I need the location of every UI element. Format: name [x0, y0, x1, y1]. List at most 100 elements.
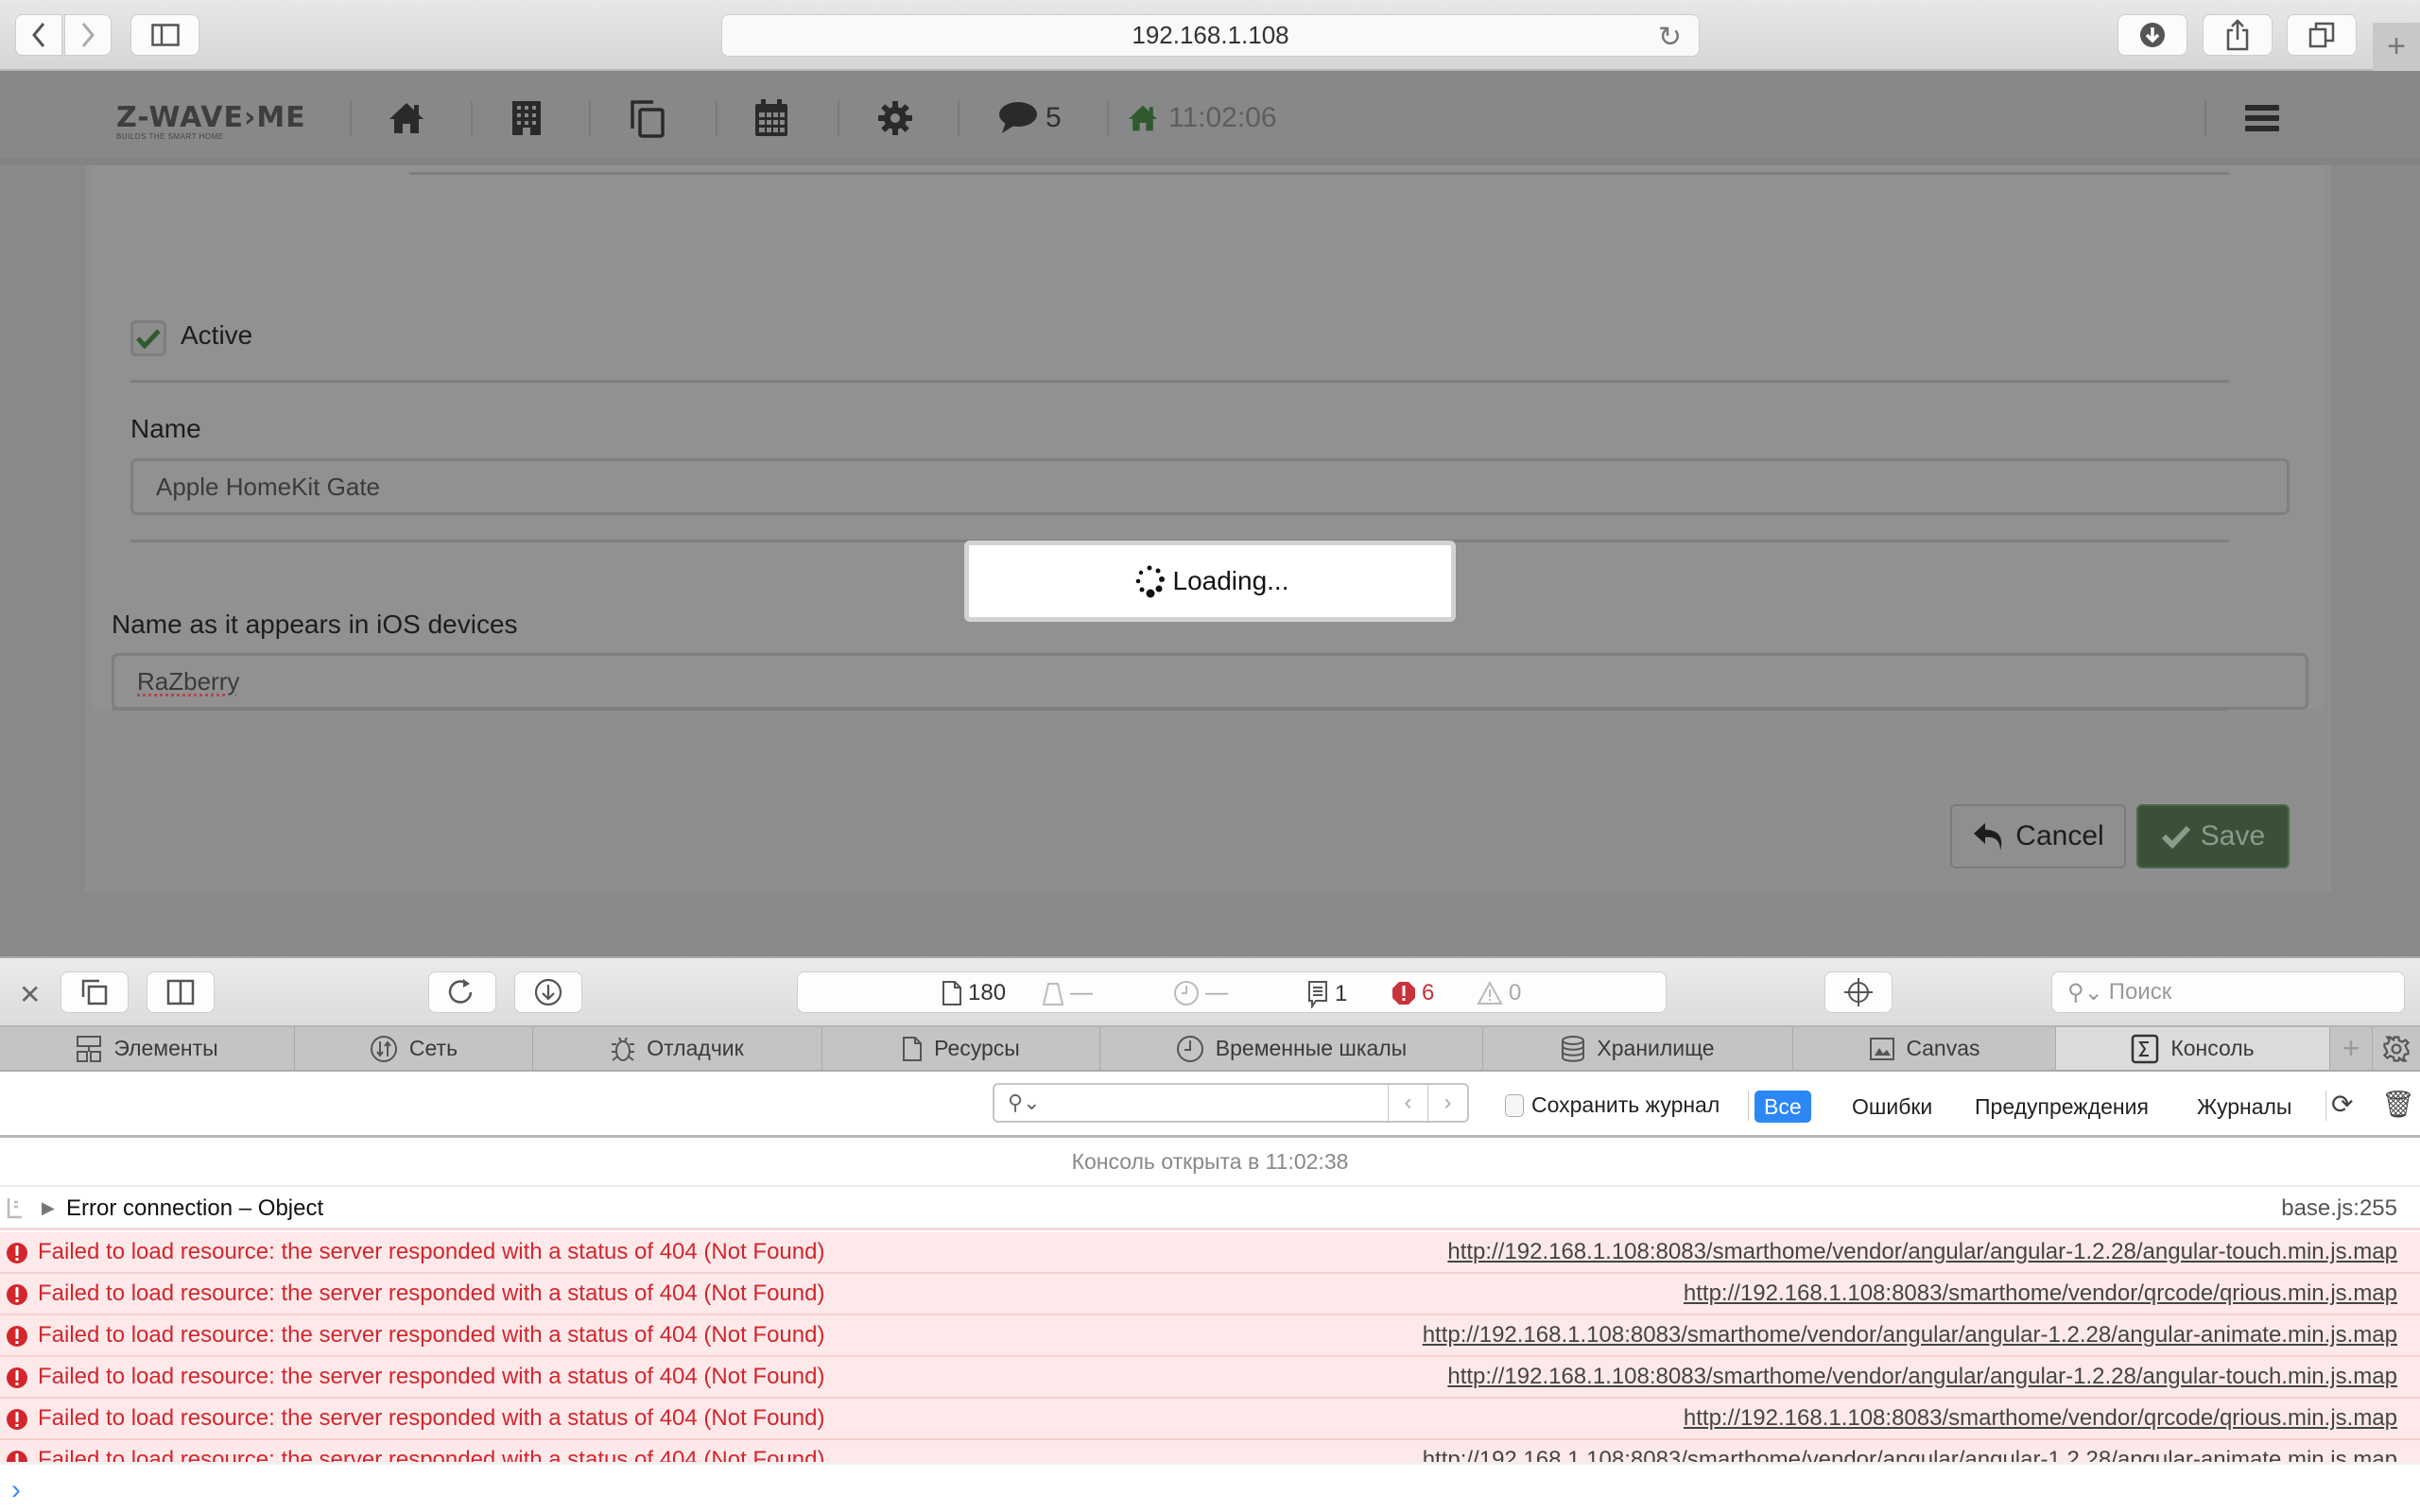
- message-text: Failed to load resource: the server resp…: [38, 1364, 825, 1389]
- error-icon: [6, 1283, 28, 1313]
- tabs-icon: [2308, 22, 2335, 48]
- share-icon: [2226, 19, 2249, 51]
- new-tab-button[interactable]: +: [2373, 23, 2420, 71]
- sidebar-button[interactable]: [130, 14, 199, 56]
- message-source-link[interactable]: http://192.168.1.108:8083/smarthome/vend…: [1423, 1447, 2397, 1462]
- url-text: 192.168.1.108: [1132, 21, 1289, 49]
- spinner-icon: [1135, 565, 1165, 598]
- app-settings-panel: [85, 165, 2331, 893]
- error-icon: [6, 1242, 28, 1271]
- save-button[interactable]: Save: [2136, 804, 2290, 868]
- message-source-link[interactable]: http://192.168.1.108:8083/smarthome/vend…: [1447, 1239, 2397, 1265]
- nav-settings[interactable]: [877, 97, 913, 139]
- active-label: Active: [181, 320, 253, 350]
- back-button[interactable]: [15, 14, 62, 56]
- message-text: Failed to load resource: the server resp…: [38, 1405, 825, 1431]
- zwave-logo[interactable]: Z-WAVE›ME BUILDS THE SMART HOME: [116, 101, 306, 141]
- checkmark-icon: [2161, 825, 2190, 849]
- ios-name-label: Name as it appears in iOS devices: [112, 610, 518, 639]
- error-icon: [6, 1408, 28, 1437]
- name-input[interactable]: Apple HomeKit Gate: [130, 458, 2290, 515]
- web-inspector: ✕ 180 — — 1 6 0 ⚲⌄ Поиск Элементы Сеть О…: [0, 956, 2420, 1512]
- main-menu-button[interactable]: [2245, 97, 2279, 139]
- log-source-icon: [6, 1196, 25, 1226]
- cancel-label: Cancel: [2015, 820, 2104, 851]
- forward-button[interactable]: [64, 14, 112, 56]
- save-label: Save: [2200, 820, 2266, 851]
- browser-toolbar: 192.168.1.108 ↻ +: [0, 0, 2420, 71]
- message-text: Error connection – Object: [66, 1194, 324, 1221]
- disclosure-triangle-icon[interactable]: ▶: [42, 1198, 55, 1218]
- console-error-message[interactable]: Failed to load resource: the server resp…: [0, 1315, 2420, 1357]
- error-icon: [6, 1325, 28, 1354]
- console-messages: ▶ Error connection – Object base.js:255 …: [0, 956, 2420, 1462]
- forward-icon: [81, 23, 95, 47]
- error-icon: [6, 1366, 28, 1396]
- cancel-button[interactable]: Cancel: [1950, 804, 2126, 868]
- console-error-message[interactable]: Failed to load resource: the server resp…: [0, 1440, 2420, 1462]
- downloads-button[interactable]: [2118, 14, 2187, 56]
- calendar-icon: [755, 99, 787, 136]
- building-icon: [512, 101, 541, 135]
- message-source-link[interactable]: http://192.168.1.108:8083/smarthome/vend…: [1684, 1405, 2397, 1432]
- nav-events[interactable]: [753, 97, 789, 139]
- ios-name-input-value: RaZberry: [137, 666, 240, 696]
- divider: [130, 380, 2229, 383]
- message-source-link[interactable]: http://192.168.1.108:8083/smarthome/vend…: [1447, 1364, 2397, 1390]
- reload-icon[interactable]: ↻: [1658, 21, 1682, 54]
- undo-arrow-icon: [1974, 823, 2002, 850]
- console-error-message[interactable]: Failed to load resource: the server resp…: [0, 1232, 2420, 1274]
- loading-overlay: Loading...: [964, 541, 1456, 622]
- divider: [0, 1462, 2420, 1465]
- message-source-link[interactable]: http://192.168.1.108:8083/smarthome/vend…: [1684, 1280, 2397, 1307]
- nav-devices[interactable]: [629, 97, 666, 139]
- name-input-value: Apple HomeKit Gate: [156, 472, 381, 501]
- console-error-message[interactable]: Failed to load resource: the server resp…: [0, 1274, 2420, 1315]
- back-icon: [32, 23, 45, 47]
- divider: [2204, 101, 2206, 137]
- tabs-overview-button[interactable]: [2287, 14, 2357, 56]
- home-icon: [389, 103, 424, 133]
- notifications-button[interactable]: 5: [998, 97, 1062, 139]
- address-bar[interactable]: 192.168.1.108 ↻: [721, 14, 1700, 57]
- divider: [409, 172, 2229, 175]
- home-status-icon: [1129, 105, 1157, 131]
- clock: 11:02:06: [1168, 102, 1277, 133]
- divider: [471, 101, 473, 137]
- message-source[interactable]: base.js:255: [2281, 1195, 2397, 1222]
- chat-bubble-icon: [999, 102, 1037, 133]
- loading-text: Loading...: [1172, 566, 1289, 595]
- name-label: Name: [130, 414, 201, 443]
- app-page: Z-WAVE›ME BUILDS THE SMART HOME 5 11:02:…: [0, 73, 2420, 956]
- plus-icon: +: [2387, 28, 2406, 64]
- checkmark-icon: [136, 329, 161, 349]
- active-checkbox[interactable]: [130, 320, 166, 356]
- gear-icon: [878, 101, 912, 135]
- nav-rooms[interactable]: [510, 97, 543, 139]
- divider: [838, 101, 839, 137]
- console-error-message[interactable]: Failed to load resource: the server resp…: [0, 1399, 2420, 1440]
- divider: [958, 101, 959, 137]
- share-button[interactable]: [2203, 14, 2273, 56]
- sidebar-icon: [150, 24, 180, 46]
- ios-name-input[interactable]: RaZberry: [112, 653, 2308, 710]
- message-text: Failed to load resource: the server resp…: [38, 1322, 825, 1348]
- divider: [589, 101, 591, 137]
- message-text: Failed to load resource: the server resp…: [38, 1280, 825, 1306]
- logo-text: Z-WAVE›ME: [116, 101, 306, 134]
- message-source-link[interactable]: http://192.168.1.108:8083/smarthome/vend…: [1423, 1322, 2397, 1349]
- nav-home[interactable]: [388, 97, 425, 139]
- error-icon: [6, 1450, 28, 1462]
- notifications-count: 5: [1046, 102, 1062, 133]
- message-text: Failed to load resource: the server resp…: [38, 1447, 825, 1462]
- app-header: Z-WAVE›ME BUILDS THE SMART HOME 5 11:02:…: [0, 73, 2420, 165]
- hamburger-menu-icon: [2245, 105, 2279, 131]
- download-icon: [2140, 23, 2165, 47]
- divider: [350, 101, 352, 137]
- divider: [1107, 101, 1109, 137]
- devices-icon: [631, 100, 665, 138]
- console-message[interactable]: ▶ Error connection – Object base.js:255: [0, 1189, 2420, 1230]
- console-error-message[interactable]: Failed to load resource: the server resp…: [0, 1357, 2420, 1399]
- divider: [716, 101, 717, 137]
- console-prompt[interactable]: ›: [11, 1474, 21, 1506]
